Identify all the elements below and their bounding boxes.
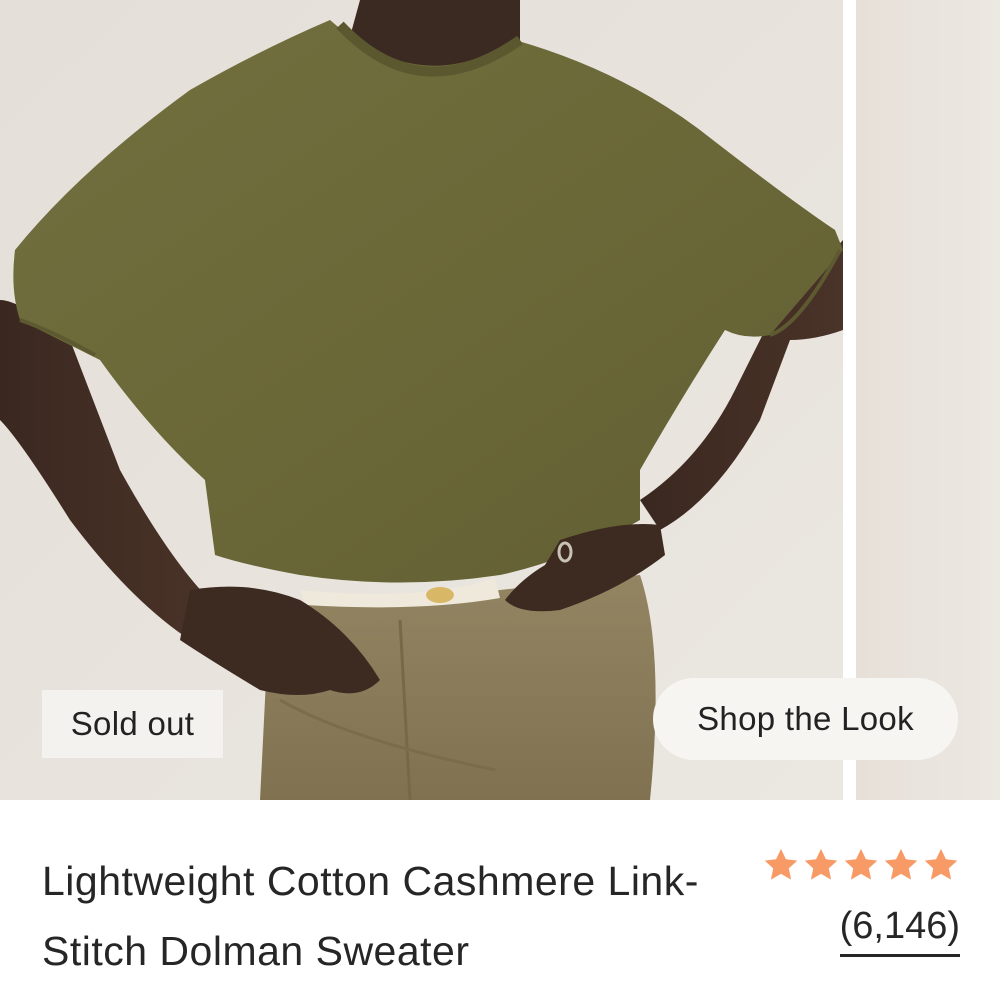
star-icon — [844, 848, 878, 880]
product-image-carousel[interactable]: Sold out Shop the Look — [0, 0, 1000, 800]
star-icon — [764, 848, 798, 880]
review-count-link[interactable]: (6,146) — [839, 904, 960, 957]
star-rating — [740, 846, 960, 890]
product-rating[interactable]: (6,146) — [740, 846, 960, 957]
star-icon — [884, 848, 918, 880]
sold-out-badge: Sold out — [42, 690, 223, 758]
shop-the-look-button[interactable]: Shop the Look — [653, 678, 958, 760]
product-title[interactable]: Lightweight Cotton Cashmere Link-Stitch … — [42, 846, 742, 986]
star-icon — [804, 848, 838, 880]
product-card: Sold out Shop the Look Lightweight Cotto… — [0, 0, 1000, 1000]
star-icon — [924, 848, 958, 880]
